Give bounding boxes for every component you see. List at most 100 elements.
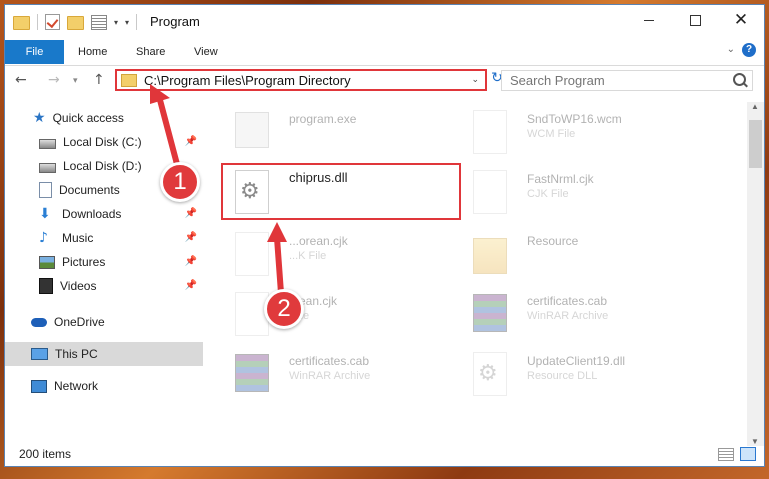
file-type: WinRAR Archive: [289, 370, 371, 382]
documents-icon: [39, 182, 52, 198]
folder-icon: [13, 16, 30, 30]
pictures-icon: [39, 255, 55, 269]
navigation-bar: ← → ▾ ↑ C:\Program Files\Program Directo…: [5, 66, 764, 97]
search-input[interactable]: [508, 72, 722, 89]
address-path[interactable]: C:\Program Files\Program Directory: [144, 73, 351, 88]
file-item[interactable]: Resource: [463, 228, 693, 288]
details-view-icon[interactable]: [718, 448, 734, 461]
file-icon: [235, 232, 269, 276]
sidebar-item-pictures[interactable]: Pictures 📌: [5, 250, 203, 274]
sidebar-item-downloads[interactable]: ⬇ Downloads 📌: [5, 202, 203, 226]
forward-arrow-icon[interactable]: →: [48, 72, 60, 88]
status-bar: 200 items: [5, 442, 764, 466]
address-history-chevron-icon[interactable]: ⌄: [471, 74, 479, 85]
music-icon: ♪: [39, 230, 48, 246]
close-button[interactable]: ✕: [718, 5, 764, 35]
file-icon: [473, 110, 507, 154]
sidebar-item-label: Music: [62, 231, 94, 245]
qat-separator: [37, 14, 38, 30]
pin-icon[interactable]: 📌: [185, 280, 197, 291]
file-name: Resource: [527, 234, 579, 248]
sidebar-item-music[interactable]: ♪ Music 📌: [5, 226, 203, 250]
sidebar-item-label: Downloads: [62, 207, 122, 221]
customize-qat-icon[interactable]: ▾: [125, 18, 129, 27]
rar-icon: [235, 354, 269, 392]
file-name: SndToWP16.wcm: [527, 112, 622, 126]
sidebar-item-local-disk-c[interactable]: Local Disk (C:) 📌: [5, 130, 203, 154]
sidebar-item-label: Pictures: [62, 255, 106, 269]
sidebar-item-label: This PC: [55, 347, 98, 361]
file-item[interactable]: ...orean.cjk ...K File: [225, 228, 455, 288]
tab-file[interactable]: File: [5, 40, 64, 64]
pin-icon[interactable]: 📌: [185, 256, 197, 267]
sidebar-item-label: Local Disk (D:): [63, 159, 142, 173]
title-bar: ▾ ▾ Program ✕: [5, 5, 764, 40]
sidebar-item-videos[interactable]: Videos 📌: [5, 274, 203, 298]
ribbon-tabs: File Home Share View ⌄ ?: [5, 40, 764, 66]
up-arrow-icon[interactable]: ↑: [93, 72, 105, 88]
star-icon: ★: [33, 110, 46, 126]
expand-ribbon-chevron-icon[interactable]: ⌄: [727, 44, 735, 55]
file-name: certificates.cab: [289, 354, 370, 368]
rar-icon: [473, 294, 507, 332]
search-icon[interactable]: [733, 73, 746, 86]
drive-icon: [39, 138, 56, 149]
onedrive-icon: [31, 317, 47, 327]
sidebar-item-quick-access[interactable]: ★ Quick access: [5, 106, 203, 130]
file-item[interactable]: FastNrml.cjk CJK File: [463, 166, 693, 226]
tab-home[interactable]: Home: [78, 40, 107, 64]
large-icons-view-icon[interactable]: [740, 447, 756, 461]
minimize-button[interactable]: [626, 5, 672, 35]
back-arrow-icon[interactable]: ←: [15, 72, 27, 88]
tab-view[interactable]: View: [194, 40, 218, 64]
tab-share[interactable]: Share: [136, 40, 165, 64]
sidebar-item-label: Local Disk (C:): [63, 135, 142, 149]
recent-locations-chevron-icon[interactable]: ▾: [73, 76, 78, 86]
file-item[interactable]: certificates.cab WinRAR Archive: [463, 288, 693, 348]
address-bar[interactable]: C:\Program Files\Program Directory ⌄ ↻: [115, 69, 503, 91]
sidebar-item-network[interactable]: Network: [5, 374, 203, 398]
navigation-pane: ★ Quick access Local Disk (C:) 📌 Local D…: [5, 102, 203, 442]
downloads-icon: ⬇: [39, 206, 51, 222]
file-name: ...orean.cjk: [289, 234, 348, 248]
file-icon: [473, 170, 507, 214]
scrollbar-thumb[interactable]: [749, 120, 762, 168]
sidebar-item-label: Network: [54, 379, 99, 393]
file-type: WCM File: [527, 128, 576, 140]
file-explorer-window: ▾ ▾ Program ✕ File Home Share View ⌄ ? ←…: [4, 4, 765, 467]
qat-separator: [136, 14, 138, 30]
file-name: FastNrml.cjk: [527, 172, 594, 186]
dll-gear-icon: [473, 352, 507, 396]
item-count: 200 items: [19, 447, 72, 461]
file-type: WinRAR Archive: [527, 310, 609, 322]
pin-icon[interactable]: 📌: [185, 232, 197, 243]
pin-icon[interactable]: 📌: [185, 208, 197, 219]
file-item[interactable]: UpdateClient19.dll Resource DLL: [463, 348, 693, 408]
file-item[interactable]: certificates.cab WinRAR Archive: [225, 348, 455, 408]
properties-check-icon[interactable]: [45, 14, 60, 30]
sidebar-item-onedrive[interactable]: OneDrive: [5, 310, 203, 334]
file-item[interactable]: program.exe: [225, 106, 455, 166]
sidebar-item-label: OneDrive: [54, 315, 105, 329]
help-icon[interactable]: ?: [742, 43, 756, 57]
exe-icon: [235, 112, 269, 148]
sidebar-item-label: Documents: [59, 183, 120, 197]
vertical-scrollbar[interactable]: ▲ ▼: [747, 102, 764, 446]
file-name: certificates.cab: [527, 294, 608, 308]
file-name: UpdateClient19.dll: [527, 354, 626, 368]
file-type: CJK File: [527, 188, 569, 200]
videos-icon: [39, 278, 53, 294]
scroll-up-icon[interactable]: ▲: [751, 102, 759, 111]
file-name: program.exe: [289, 112, 357, 126]
properties-list-icon[interactable]: [91, 14, 107, 30]
qat-dropdown-icon[interactable]: ▾: [114, 18, 118, 27]
new-folder-icon[interactable]: [67, 16, 84, 30]
file-list: program.exe SndToWP16.wcm WCM File chipr…: [215, 102, 740, 442]
search-box[interactable]: [501, 70, 753, 91]
file-item[interactable]: SndToWP16.wcm WCM File: [463, 106, 693, 166]
file-item[interactable]: ...ean.cjk ...ile: [225, 288, 455, 348]
maximize-button[interactable]: [672, 5, 718, 35]
window-title: Program: [150, 14, 200, 29]
pin-icon[interactable]: 📌: [185, 136, 197, 147]
sidebar-item-this-pc[interactable]: This PC: [5, 342, 203, 366]
